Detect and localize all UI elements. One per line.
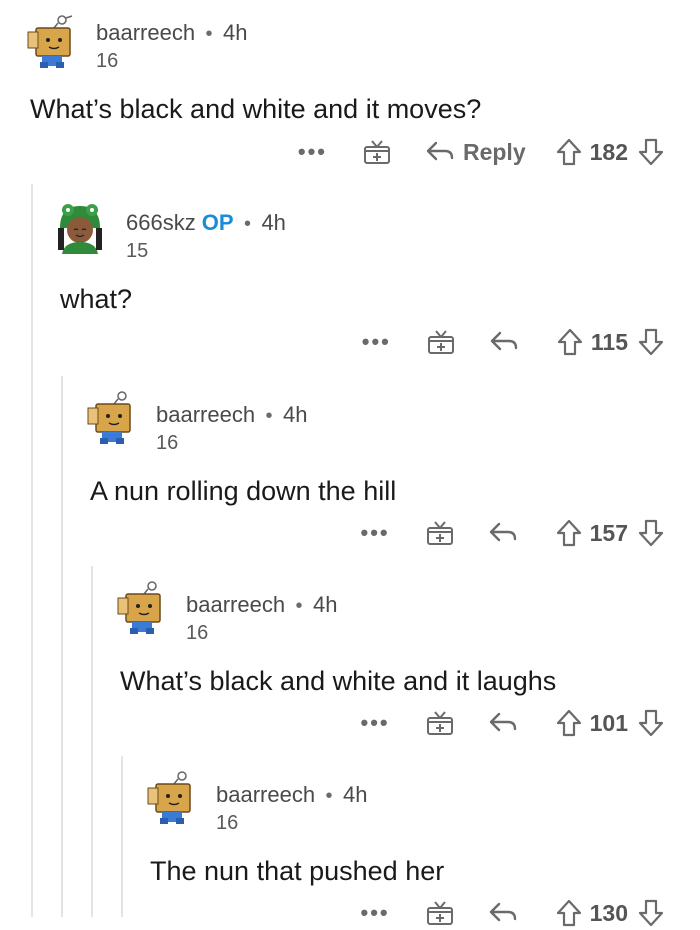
separator: • <box>205 23 213 45</box>
timestamp: 4h <box>313 592 338 617</box>
comment: baarreech • 4h 16 A nun rolling down the… <box>0 376 700 566</box>
username[interactable]: baarreech <box>156 402 255 427</box>
karma: 16 <box>156 432 179 454</box>
comment-body: What’s black and white and it moves? <box>30 94 482 124</box>
reply-arrow-icon <box>489 712 516 732</box>
more-options-button[interactable]: ••• <box>361 710 390 736</box>
upvote-icon[interactable] <box>556 899 582 927</box>
karma: 15 <box>126 240 149 262</box>
comment-actions: ••• 130 <box>361 896 664 930</box>
comment: baarreech • 4h 16 The nun that pushed he… <box>0 756 700 927</box>
vote-count: 115 <box>590 328 628 355</box>
reply-button[interactable] <box>488 901 526 925</box>
reply-button[interactable] <box>488 521 526 545</box>
downvote-icon[interactable] <box>638 709 664 737</box>
separator: • <box>265 405 273 427</box>
comment-meta: baarreech • 4h <box>96 20 247 46</box>
comment-actions: ••• 101 <box>361 706 664 740</box>
reply-button[interactable] <box>488 711 526 735</box>
downvote-icon[interactable] <box>638 519 664 547</box>
separator: • <box>243 213 251 235</box>
vote-count: 182 <box>589 138 628 165</box>
separator: • <box>295 595 303 617</box>
timestamp: 4h <box>283 402 308 427</box>
comment-body: A nun rolling down the hill <box>90 476 397 506</box>
tv-avatar-icon[interactable] <box>114 580 170 636</box>
frog-hat-avatar-icon[interactable] <box>52 198 108 254</box>
timestamp: 4h <box>343 782 368 807</box>
comment-meta: 666skz OP • 4h <box>126 210 286 236</box>
award-icon[interactable] <box>426 900 454 926</box>
reply-arrow-icon <box>490 331 518 351</box>
karma: 16 <box>186 622 209 644</box>
downvote-icon[interactable] <box>638 899 664 927</box>
comment: baarreech • 4h 16 What’s black and white… <box>0 0 700 184</box>
tv-avatar-icon[interactable] <box>24 14 80 70</box>
vote-count: 101 <box>589 709 628 736</box>
comment-meta: baarreech • 4h <box>216 782 367 808</box>
award-icon[interactable] <box>427 329 455 355</box>
award-icon[interactable] <box>363 139 391 165</box>
reply-label[interactable]: Reply <box>463 139 526 166</box>
timestamp: 4h <box>261 210 286 235</box>
more-options-button[interactable]: ••• <box>298 139 327 165</box>
upvote-icon[interactable] <box>557 328 583 356</box>
karma: 16 <box>96 50 119 72</box>
comment-actions: ••• 157 <box>361 516 664 550</box>
comment-meta: baarreech • 4h <box>156 402 307 428</box>
more-options-button[interactable]: ••• <box>362 329 391 355</box>
reply-arrow-icon <box>489 522 516 542</box>
username[interactable]: baarreech <box>216 782 315 807</box>
award-icon[interactable] <box>426 710 454 736</box>
award-icon[interactable] <box>426 520 454 546</box>
more-options-button[interactable]: ••• <box>361 520 390 546</box>
vote-count: 157 <box>589 519 628 546</box>
tv-avatar-icon[interactable] <box>144 770 200 826</box>
reply-button[interactable] <box>489 330 527 354</box>
reply-arrow-icon <box>426 141 454 161</box>
upvote-icon[interactable] <box>556 709 582 737</box>
comment-actions: ••• 115 <box>362 325 664 359</box>
vote-count: 130 <box>589 899 628 926</box>
comment-body: What’s black and white and it laughs <box>120 666 557 696</box>
comment: baarreech • 4h 16 What’s black and white… <box>0 566 700 756</box>
username[interactable]: 666skz <box>126 210 196 235</box>
downvote-icon[interactable] <box>638 328 664 356</box>
separator: • <box>325 785 333 807</box>
comment-meta: baarreech • 4h <box>186 592 337 618</box>
comment: 666skz OP • 4h 15 what? ••• 115 <box>0 184 700 376</box>
username[interactable]: baarreech <box>96 20 195 45</box>
timestamp: 4h <box>223 20 248 45</box>
reply-arrow-icon <box>489 902 516 922</box>
more-options-button[interactable]: ••• <box>361 900 390 926</box>
downvote-icon[interactable] <box>638 138 664 166</box>
username[interactable]: baarreech <box>186 592 285 617</box>
tv-avatar-icon[interactable] <box>84 390 140 446</box>
op-badge: OP <box>201 210 234 235</box>
upvote-icon[interactable] <box>556 138 582 166</box>
upvote-icon[interactable] <box>556 519 582 547</box>
reply-button[interactable]: Reply <box>425 139 526 166</box>
karma: 16 <box>216 812 239 834</box>
comment-body: The nun that pushed her <box>150 856 445 886</box>
comment-body: what? <box>60 284 133 314</box>
comment-actions: ••• Reply 182 <box>298 135 664 169</box>
